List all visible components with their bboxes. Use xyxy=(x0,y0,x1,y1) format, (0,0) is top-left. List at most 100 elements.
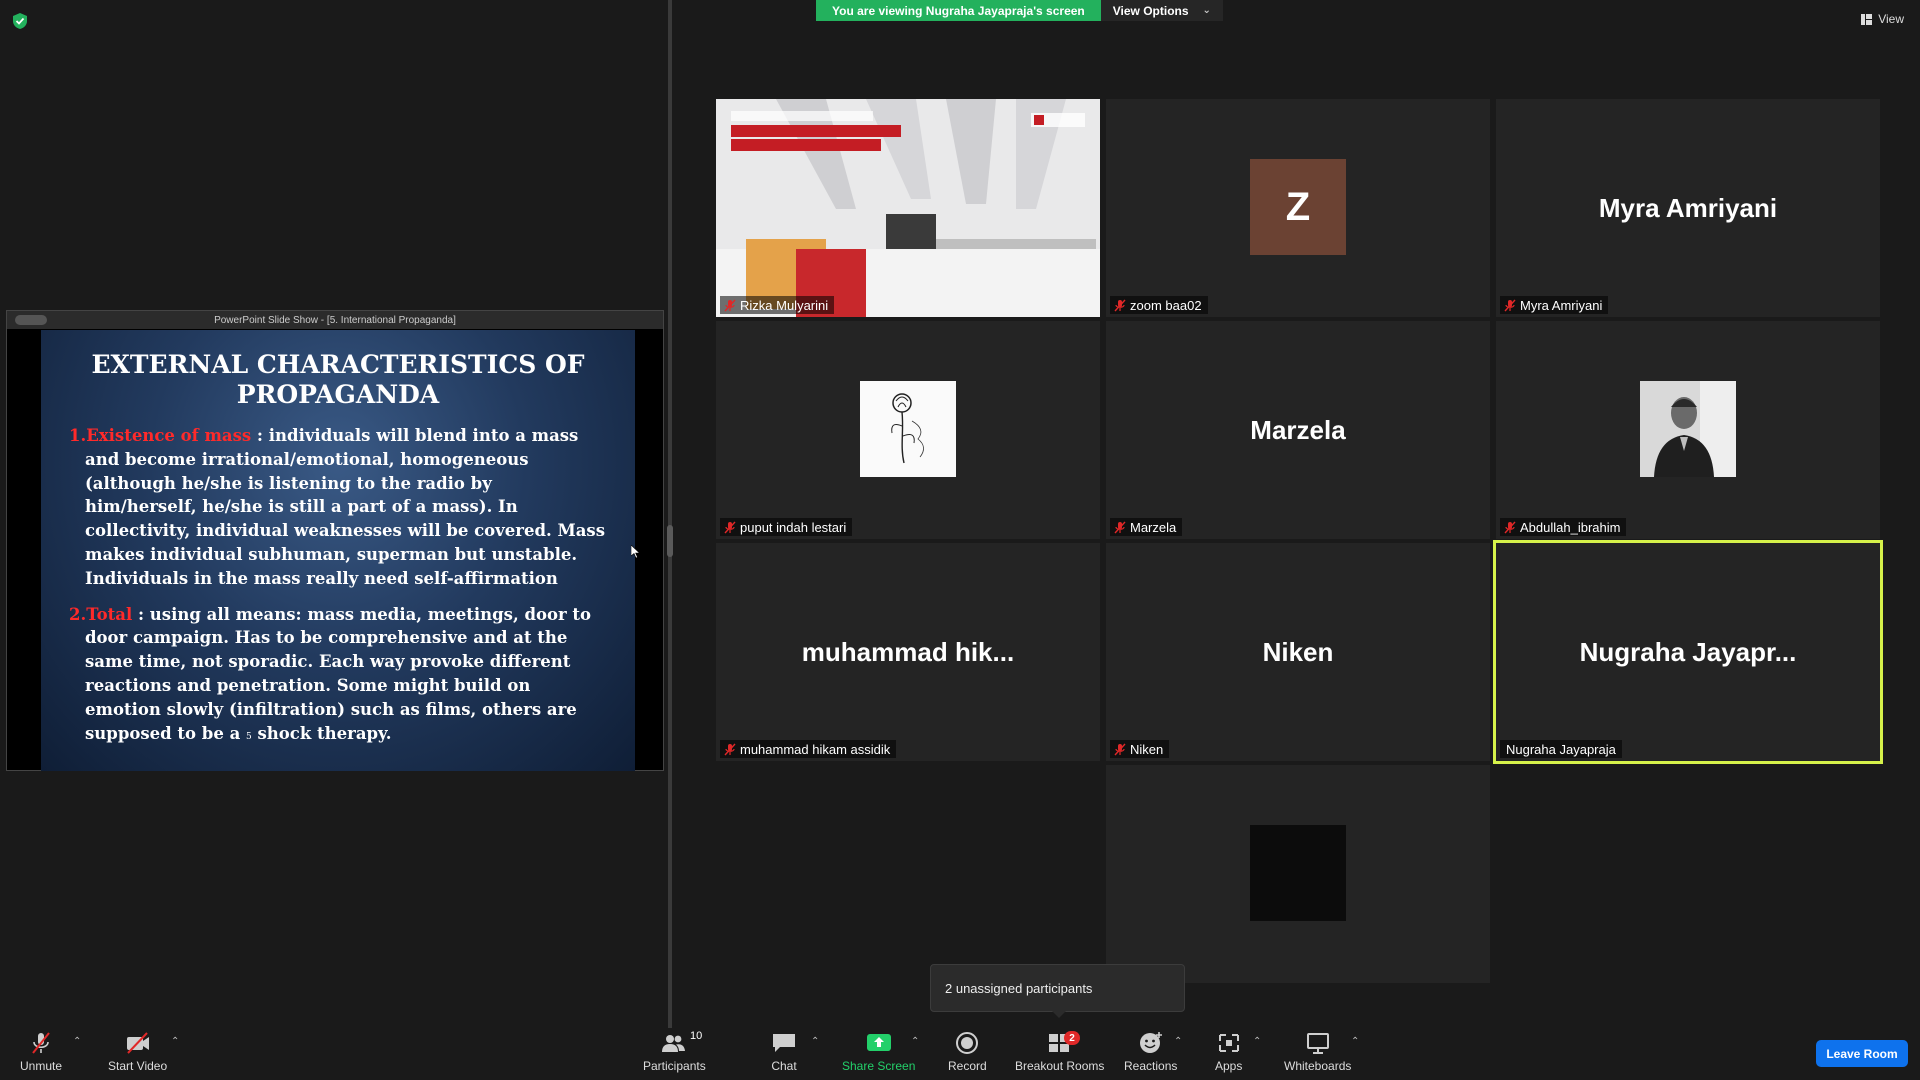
powerpoint-titlebar: PowerPoint Slide Show - [5. Internationa… xyxy=(7,311,663,329)
participant-name: Myra Amriyani xyxy=(1520,297,1603,313)
shared-screen-powerpoint[interactable]: PowerPoint Slide Show - [5. Internationa… xyxy=(6,310,664,771)
participant-display-name: Marzela xyxy=(1250,414,1346,445)
muted-mic-icon xyxy=(724,299,736,311)
chevron-down-icon: ⌄ xyxy=(1202,5,1211,16)
breakout-rooms-label: Breakout Rooms xyxy=(1015,1059,1105,1073)
video-tile-zoom-baa02[interactable]: Z zoom baa02 xyxy=(1106,99,1490,317)
participant-display-name: Niken xyxy=(1262,636,1334,667)
share-screen-label: Share Screen xyxy=(842,1059,916,1073)
meeting-toolbar: Unmute ⌃ Start Video ⌃ Participants 10 C… xyxy=(0,1028,1920,1080)
slide-point-2-number: 2. xyxy=(69,604,87,624)
chat-bubble-icon xyxy=(773,1034,795,1052)
start-video-label: Start Video xyxy=(108,1059,168,1073)
apps-button[interactable]: Apps xyxy=(1215,1031,1242,1073)
whiteboards-options-chevron-up-icon[interactable]: ⌃ xyxy=(1351,1036,1359,1047)
slide-point-1-body: : individuals will blend into a mass and… xyxy=(85,426,606,588)
slide-point-2: 2.Total : using all means: mass media, m… xyxy=(69,603,607,750)
video-tile-marzela[interactable]: Marzela Marzela xyxy=(1106,321,1490,539)
start-video-button[interactable]: Start Video xyxy=(108,1031,167,1073)
participant-name: Marzela xyxy=(1130,519,1177,535)
unmute-button[interactable]: Unmute xyxy=(20,1031,62,1073)
viewing-screen-text: You are viewing Nugraha Jayapraja's scre… xyxy=(816,0,1101,21)
avatar: Z xyxy=(1250,159,1346,255)
participant-name-label: zoom baa02 xyxy=(1110,296,1208,314)
muted-mic-icon xyxy=(724,743,736,755)
avatar xyxy=(860,381,956,477)
participant-display-name: muhammad hik... xyxy=(801,636,1015,667)
share-screen-button[interactable]: Share Screen xyxy=(842,1031,915,1073)
unassigned-participants-text: 2 unassigned participants xyxy=(945,980,1093,996)
participant-name-label: Rizka Mulyarini xyxy=(720,296,835,314)
slide-point-1-heading: Existence of mass xyxy=(86,426,252,445)
view-options-label: View Options xyxy=(1112,3,1189,18)
slide-point-2-tail: shock therapy. xyxy=(251,723,392,743)
slide-title: EXTERNAL CHARACTERISTICS OF PROPAGANDA xyxy=(91,350,585,409)
muted-mic-icon xyxy=(1504,299,1516,311)
slide-point-2-body: : using all means: mass media, meetings,… xyxy=(85,604,592,743)
record-button[interactable]: Record xyxy=(948,1031,987,1073)
share-options-chevron-up-icon[interactable]: ⌃ xyxy=(911,1036,919,1047)
participant-name: Niken xyxy=(1130,741,1164,757)
video-tile-nugraha-active-speaker[interactable]: Nugraha Jayapr... Nugraha Jayapraja xyxy=(1493,540,1883,764)
view-layout-button[interactable]: View xyxy=(1861,12,1904,26)
slide-point-2-heading: Total xyxy=(86,604,133,624)
reactions-options-chevron-up-icon[interactable]: ⌃ xyxy=(1174,1036,1182,1047)
video-off-icon xyxy=(126,1032,149,1054)
view-options-button[interactable]: View Options ⌄ xyxy=(1100,0,1223,21)
video-tile-rizka[interactable]: Rizka Mulyarini xyxy=(716,99,1100,317)
audio-options-chevron-up-icon[interactable]: ⌃ xyxy=(73,1036,81,1047)
smiley-icon xyxy=(1139,1032,1162,1053)
whiteboards-button[interactable]: Whiteboards xyxy=(1284,1031,1351,1073)
participants-icon xyxy=(662,1035,686,1052)
participant-name: puput indah lestari xyxy=(740,519,847,535)
panel-splitter[interactable] xyxy=(668,0,672,1028)
participants-label: Participants xyxy=(643,1059,706,1073)
leave-room-button[interactable]: Leave Room xyxy=(1816,1040,1908,1067)
chat-label: Chat xyxy=(771,1059,797,1073)
participant-name-label: Myra Amriyani xyxy=(1500,296,1609,314)
breakout-rooms-button[interactable]: Breakout Rooms xyxy=(1015,1031,1104,1073)
slide-point-1-number: 1. xyxy=(69,426,87,445)
participant-display-name: Myra Amriyani xyxy=(1598,192,1778,223)
participant-name-label: muhammad hikam assidik xyxy=(720,740,897,758)
view-label: View xyxy=(1878,12,1904,26)
video-tile-niken[interactable]: Niken Niken xyxy=(1106,543,1490,761)
participants-count: 10 xyxy=(690,1030,703,1042)
splitter-drag-handle[interactable] xyxy=(667,525,673,557)
video-tile-myra[interactable]: Myra Amriyani Myra Amriyani xyxy=(1496,99,1880,317)
participant-name: Abdullah_ibrahim xyxy=(1520,519,1621,535)
video-options-chevron-up-icon[interactable]: ⌃ xyxy=(171,1036,179,1047)
record-label: Record xyxy=(948,1059,987,1073)
muted-mic-icon xyxy=(32,1032,50,1054)
video-tile-muhammad[interactable]: muhammad hik... muhammad hikam assidik xyxy=(716,543,1100,761)
muted-mic-icon xyxy=(1114,521,1126,533)
tooltip-arrow xyxy=(1052,1011,1066,1018)
whiteboards-label: Whiteboards xyxy=(1284,1059,1352,1073)
muted-mic-icon xyxy=(1114,743,1126,755)
video-tile-puput[interactable]: puput indah lestari xyxy=(716,321,1100,539)
apps-icon xyxy=(1218,1034,1239,1052)
unassigned-participants-tooltip[interactable]: 2 unassigned participants xyxy=(930,964,1185,1012)
participant-display-name: Nugraha Jayapr... xyxy=(1579,636,1797,667)
participant-name-label: Abdullah_ibrahim xyxy=(1500,518,1627,536)
reactions-label: Reactions xyxy=(1124,1059,1178,1073)
video-tile-unnamed[interactable] xyxy=(1106,765,1490,983)
participant-name-label: Nugraha Jayapraja xyxy=(1500,740,1622,758)
avatar xyxy=(1640,381,1736,477)
breakout-rooms-badge: 2 xyxy=(1064,1031,1080,1045)
screen-share-banner: You are viewing Nugraha Jayapraja's scre… xyxy=(816,0,1223,21)
share-screen-icon xyxy=(866,1034,891,1051)
apps-label: Apps xyxy=(1215,1059,1243,1073)
participant-name-label: Marzela xyxy=(1110,518,1183,536)
powerpoint-window-title: PowerPoint Slide Show - [5. Internationa… xyxy=(214,314,456,326)
chat-button[interactable]: Chat xyxy=(771,1031,797,1073)
participant-name-label: puput indah lestari xyxy=(720,518,853,536)
video-tile-abdullah[interactable]: Abdullah_ibrahim xyxy=(1496,321,1880,539)
avatar xyxy=(1250,825,1346,921)
participant-name-label: Niken xyxy=(1110,740,1170,758)
reactions-button[interactable]: Reactions xyxy=(1124,1031,1177,1073)
apps-options-chevron-up-icon[interactable]: ⌃ xyxy=(1253,1036,1261,1047)
chat-options-chevron-up-icon[interactable]: ⌃ xyxy=(811,1036,819,1047)
grid-icon xyxy=(1861,13,1873,25)
shield-icon[interactable] xyxy=(12,12,28,30)
